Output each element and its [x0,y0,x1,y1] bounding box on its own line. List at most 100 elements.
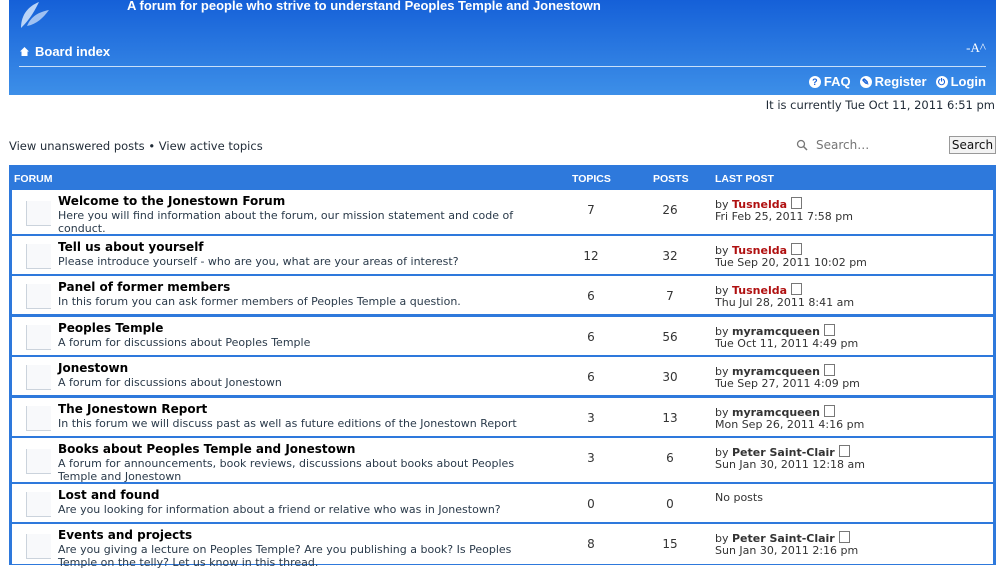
active-topics-link[interactable]: View active topics [159,139,263,153]
user-nav: ? FAQ ✎ Register ⏻ Login [808,74,986,89]
forum-title[interactable]: Peoples Temple [58,321,163,335]
leaf-logo-icon [21,2,49,28]
last-post-by: by Tusnelda [715,243,803,257]
topic-count: 7 [587,203,595,217]
last-post-date: Tue Oct 11, 2011 4:49 pm [715,337,859,350]
col-last-post: LAST POST [715,173,774,185]
forum-title[interactable]: Panel of former members [58,280,230,294]
post-count: 7 [666,289,674,303]
forum-row: Peoples Temple A forum for discussions a… [12,317,993,355]
view-latest-post-icon[interactable] [791,283,803,295]
view-latest-post-icon[interactable] [823,324,835,336]
forum-row: Books about Peoples Temple and Jonestown… [12,438,993,483]
forum-read-icon [26,201,51,226]
forum-read-icon [26,325,51,350]
topic-count: 12 [583,249,599,263]
forum-row: Panel of former members In this forum yo… [12,276,993,314]
topic-count: 3 [587,411,595,425]
faq-link[interactable]: ? FAQ [808,74,851,89]
search-input[interactable] [814,136,938,153]
forum-title[interactable]: Books about Peoples Temple and Jonestown [58,442,355,456]
register-link[interactable]: ✎ Register [859,74,927,89]
forum-read-icon [26,365,51,390]
col-posts: POSTS [653,173,689,185]
forum-description: A forum for discussions about Peoples Te… [58,336,311,349]
last-post-by: by myramcqueen [715,364,835,378]
search-box [796,135,944,154]
view-latest-post-icon[interactable] [838,445,850,457]
faq-icon: ? [808,75,821,88]
forum-description: In this forum you can ask former members… [58,295,461,308]
forum-read-icon [26,284,51,309]
forum-row: Events and projects Are you giving a lec… [12,524,993,569]
topic-count: 6 [587,370,595,384]
magnifier-icon [796,139,808,151]
last-post-by: by Tusnelda [715,197,803,211]
view-latest-post-icon[interactable] [791,197,803,209]
forum-title[interactable]: Events and projects [58,528,192,542]
view-latest-post-icon[interactable] [823,364,835,376]
forum-description: Are you looking for information about a … [58,503,501,516]
post-count: 15 [662,537,678,551]
forum-table: FORUM TOPICS POSTS LAST POST Welcome to … [9,165,996,569]
topic-count: 0 [587,497,595,511]
home-icon [20,47,29,56]
forum-read-icon [26,492,51,517]
forum-description: Here you will find information about the… [58,209,514,235]
last-post-date: Sun Jan 30, 2011 12:18 am [715,458,866,471]
col-forum: FORUM [14,173,53,185]
forum-description: A forum for announcements, book reviews,… [58,457,515,483]
last-post-by: by Peter Saint-Clair [715,445,850,459]
last-post-by: by Peter Saint-Clair [715,531,850,545]
forum-row: Lost and found Are you looking for infor… [12,484,993,522]
forum-read-icon [26,244,51,269]
col-topics: TOPICS [572,173,611,185]
login-icon: ⏻ [935,75,948,88]
last-post-date: Tue Sep 20, 2011 10:02 pm [715,256,867,269]
forum-title[interactable]: Welcome to the Jonestown Forum [58,194,285,208]
last-post-date: Fri Feb 25, 2011 7:58 pm [715,210,853,223]
post-count: 32 [662,249,678,263]
last-post-date: Mon Sep 26, 2011 4:16 pm [715,418,865,431]
font-size-toggle[interactable]: -A^ [966,40,986,56]
last-post-by: by myramcqueen [715,405,835,419]
unanswered-posts-link[interactable]: View unanswered posts [9,139,145,153]
header-divider [19,66,986,67]
site-tagline: A forum for people who strive to underst… [127,0,601,13]
post-count: 6 [666,451,674,465]
board-index-link[interactable]: Board index [19,44,110,59]
topic-count: 6 [587,289,595,303]
current-time: It is currently Tue Oct 11, 2011 6:51 pm [765,98,995,112]
no-posts-label: No posts [715,491,763,504]
search-button[interactable]: Search [949,136,996,154]
board-index-label: Board index [35,44,111,59]
login-link[interactable]: ⏻ Login [935,74,986,89]
quick-links-separator: • [148,139,156,153]
view-latest-post-icon[interactable] [838,531,850,543]
forum-description: In this forum we will discuss past as we… [58,417,517,430]
post-count: 56 [662,330,678,344]
topic-count: 6 [587,330,595,344]
forum-description: Please introduce yourself - who are you,… [58,255,459,268]
forum-read-icon [26,534,51,559]
post-count: 13 [662,411,678,425]
login-label: Login [950,74,986,89]
forum-description: Are you giving a lecture on Peoples Temp… [58,543,512,569]
last-post-date: Sun Jan 30, 2011 2:16 pm [715,544,859,557]
post-count: 26 [662,203,678,217]
table-header: FORUM TOPICS POSTS LAST POST [9,165,996,189]
last-post-date: Thu Jul 28, 2011 8:41 am [715,296,855,309]
register-icon: ✎ [859,75,872,88]
last-post-by: by myramcqueen [715,324,835,338]
post-count: 0 [666,497,674,511]
forum-row: Welcome to the Jonestown Forum Here you … [12,190,993,235]
forum-title[interactable]: Tell us about yourself [58,240,204,254]
quick-links: View unanswered posts • View active topi… [9,139,263,153]
view-latest-post-icon[interactable] [823,405,835,417]
faq-label: FAQ [823,74,851,89]
topic-count: 3 [587,451,595,465]
view-latest-post-icon[interactable] [791,243,803,255]
forum-title[interactable]: Jonestown [58,361,128,375]
forum-title[interactable]: The Jonestown Report [58,402,207,416]
forum-title[interactable]: Lost and found [58,488,160,502]
